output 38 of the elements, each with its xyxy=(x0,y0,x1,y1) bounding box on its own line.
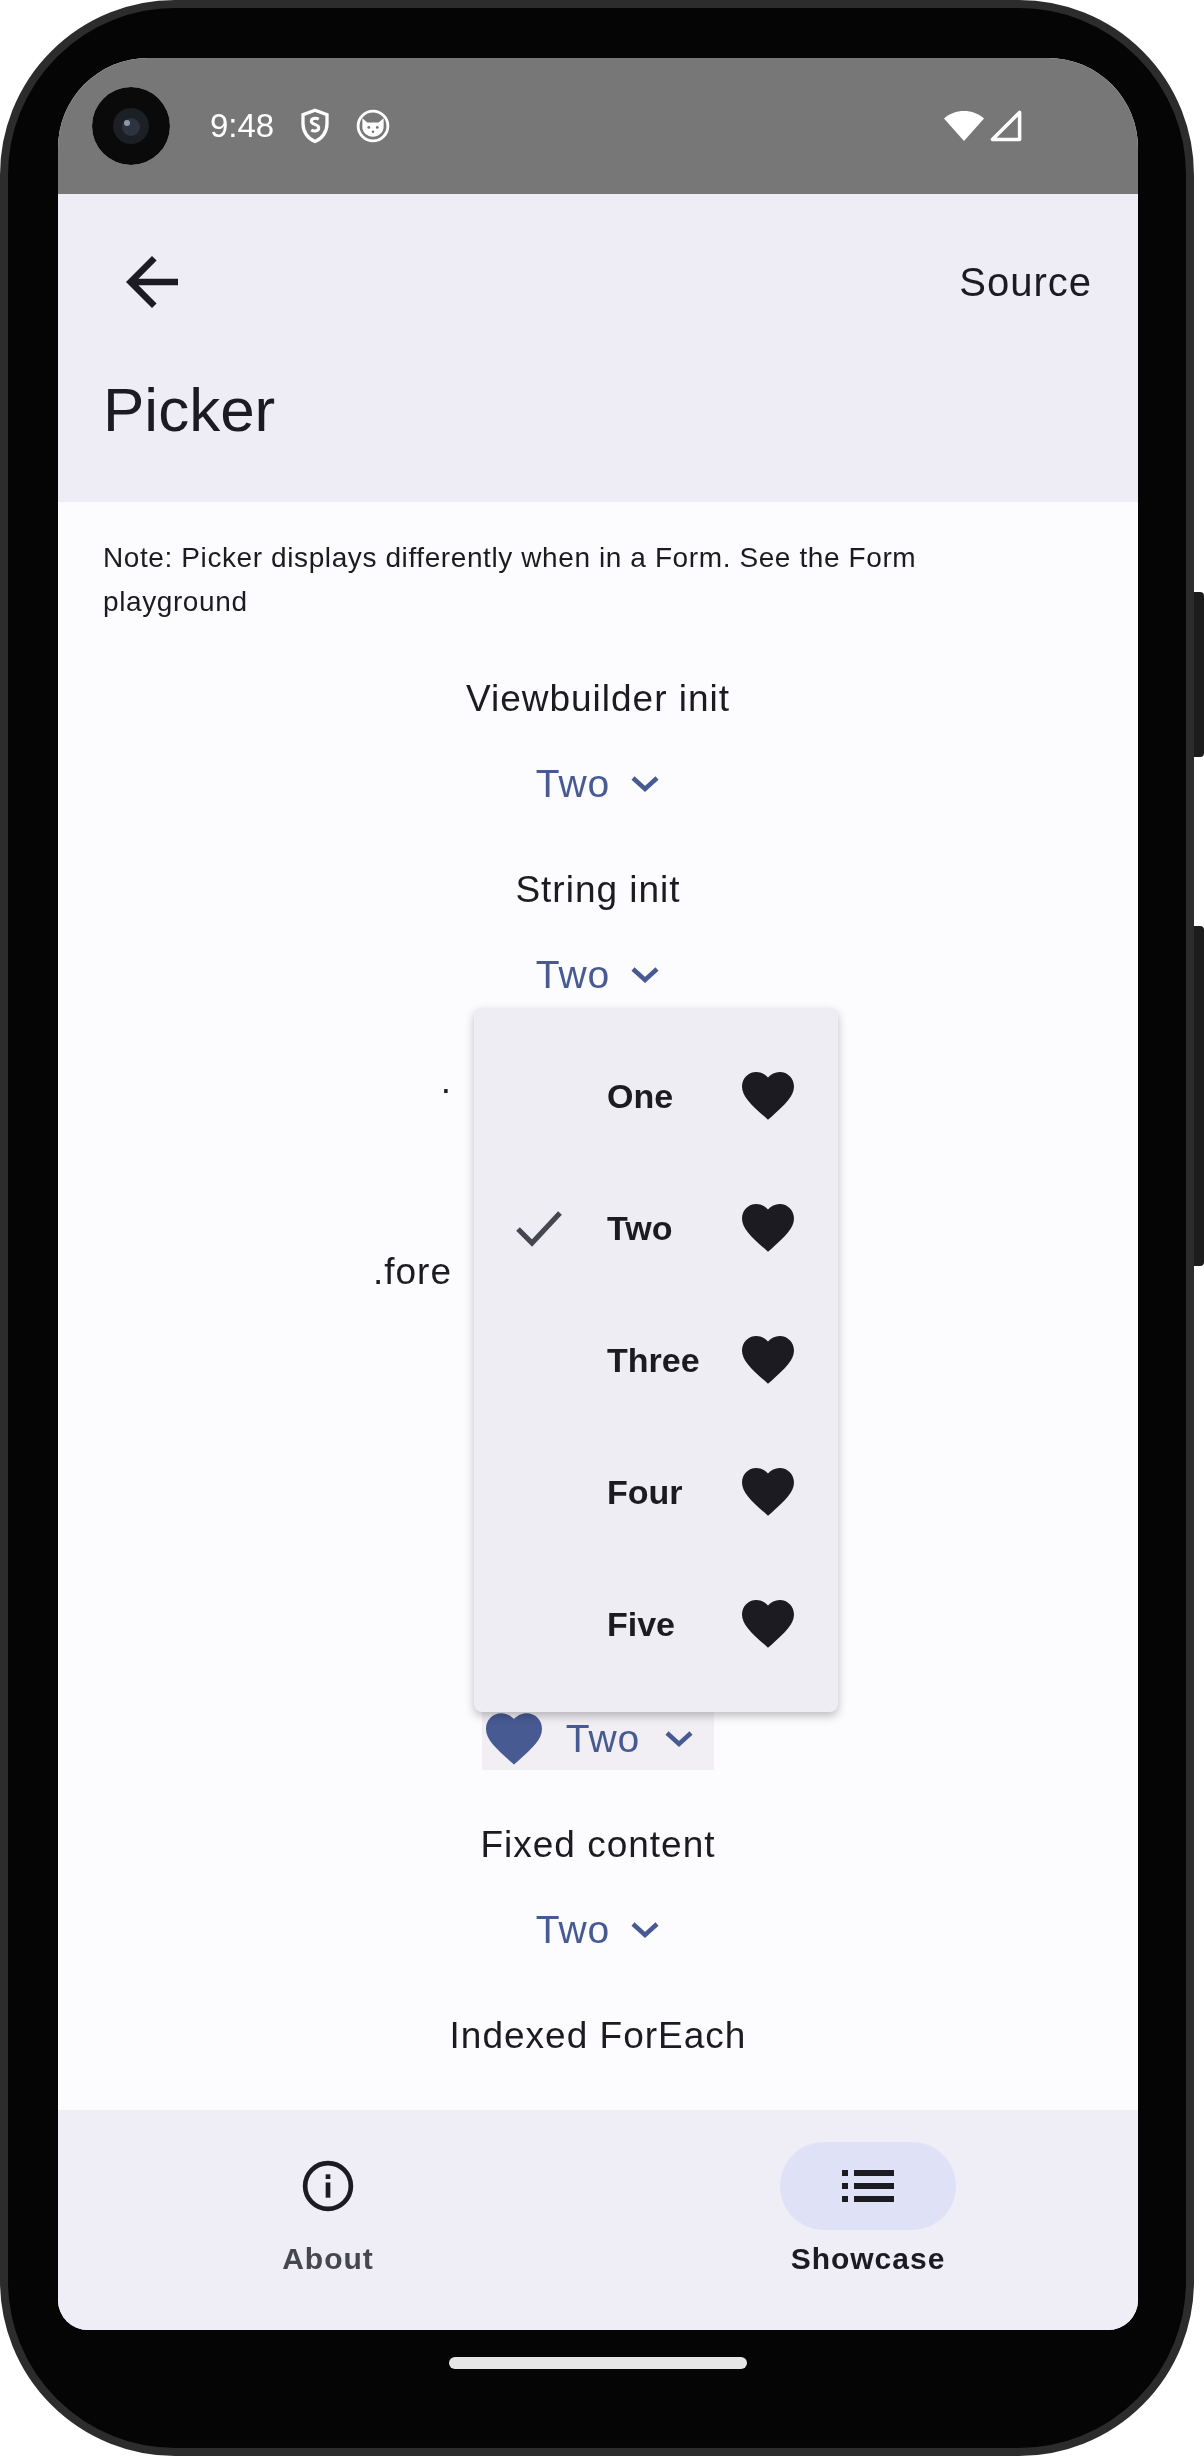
heart-icon xyxy=(485,1710,542,1767)
menu-item[interactable]: Five xyxy=(474,1558,838,1690)
wifi-icon xyxy=(944,109,984,143)
cat-icon xyxy=(356,109,391,143)
heart-icon xyxy=(742,1466,794,1518)
chevron-icon xyxy=(664,1728,695,1749)
heart-icon xyxy=(742,1598,794,1650)
menu-item[interactable]: One xyxy=(474,1030,838,1162)
status-time: 9:48 xyxy=(210,107,275,145)
section-label: .fore xyxy=(372,1250,452,1293)
menu-item[interactable]: Three xyxy=(474,1294,838,1426)
page-title: Picker xyxy=(103,374,277,445)
picker-button[interactable]: Two xyxy=(525,753,671,814)
check-icon xyxy=(514,1209,564,1247)
note-text: Note: Picker displays differently when in a Form. See the Form playground xyxy=(103,541,918,619)
nav-tab[interactable]: About xyxy=(58,2110,598,2330)
section-label: . xyxy=(440,1059,452,1102)
heart-icon xyxy=(742,1070,794,1122)
picker-button[interactable]: Two xyxy=(525,1899,671,1960)
section-label: Indexed ForEach xyxy=(449,2014,747,2057)
camera-icon xyxy=(92,87,170,165)
section-label: Viewbuilder init xyxy=(465,677,731,720)
nav-tab[interactable]: Showcase xyxy=(598,2110,1138,2330)
heart-icon xyxy=(742,1202,794,1254)
chevron-icon xyxy=(630,1919,661,1940)
shield-icon xyxy=(300,108,331,144)
picker-button[interactable]: Two xyxy=(525,944,671,1005)
info-icon xyxy=(300,2158,356,2214)
section-label: Fixed content xyxy=(480,1823,716,1866)
signal-icon xyxy=(990,110,1022,142)
chevron-icon xyxy=(630,773,661,794)
source-button[interactable]: Source xyxy=(959,253,1092,311)
menu-item[interactable]: Two xyxy=(474,1162,838,1294)
menu-item[interactable]: Four xyxy=(474,1426,838,1558)
section-label: String init xyxy=(515,868,681,911)
chevron-icon xyxy=(630,964,661,985)
heart-icon xyxy=(742,1334,794,1386)
back-arrow-icon xyxy=(126,256,178,308)
